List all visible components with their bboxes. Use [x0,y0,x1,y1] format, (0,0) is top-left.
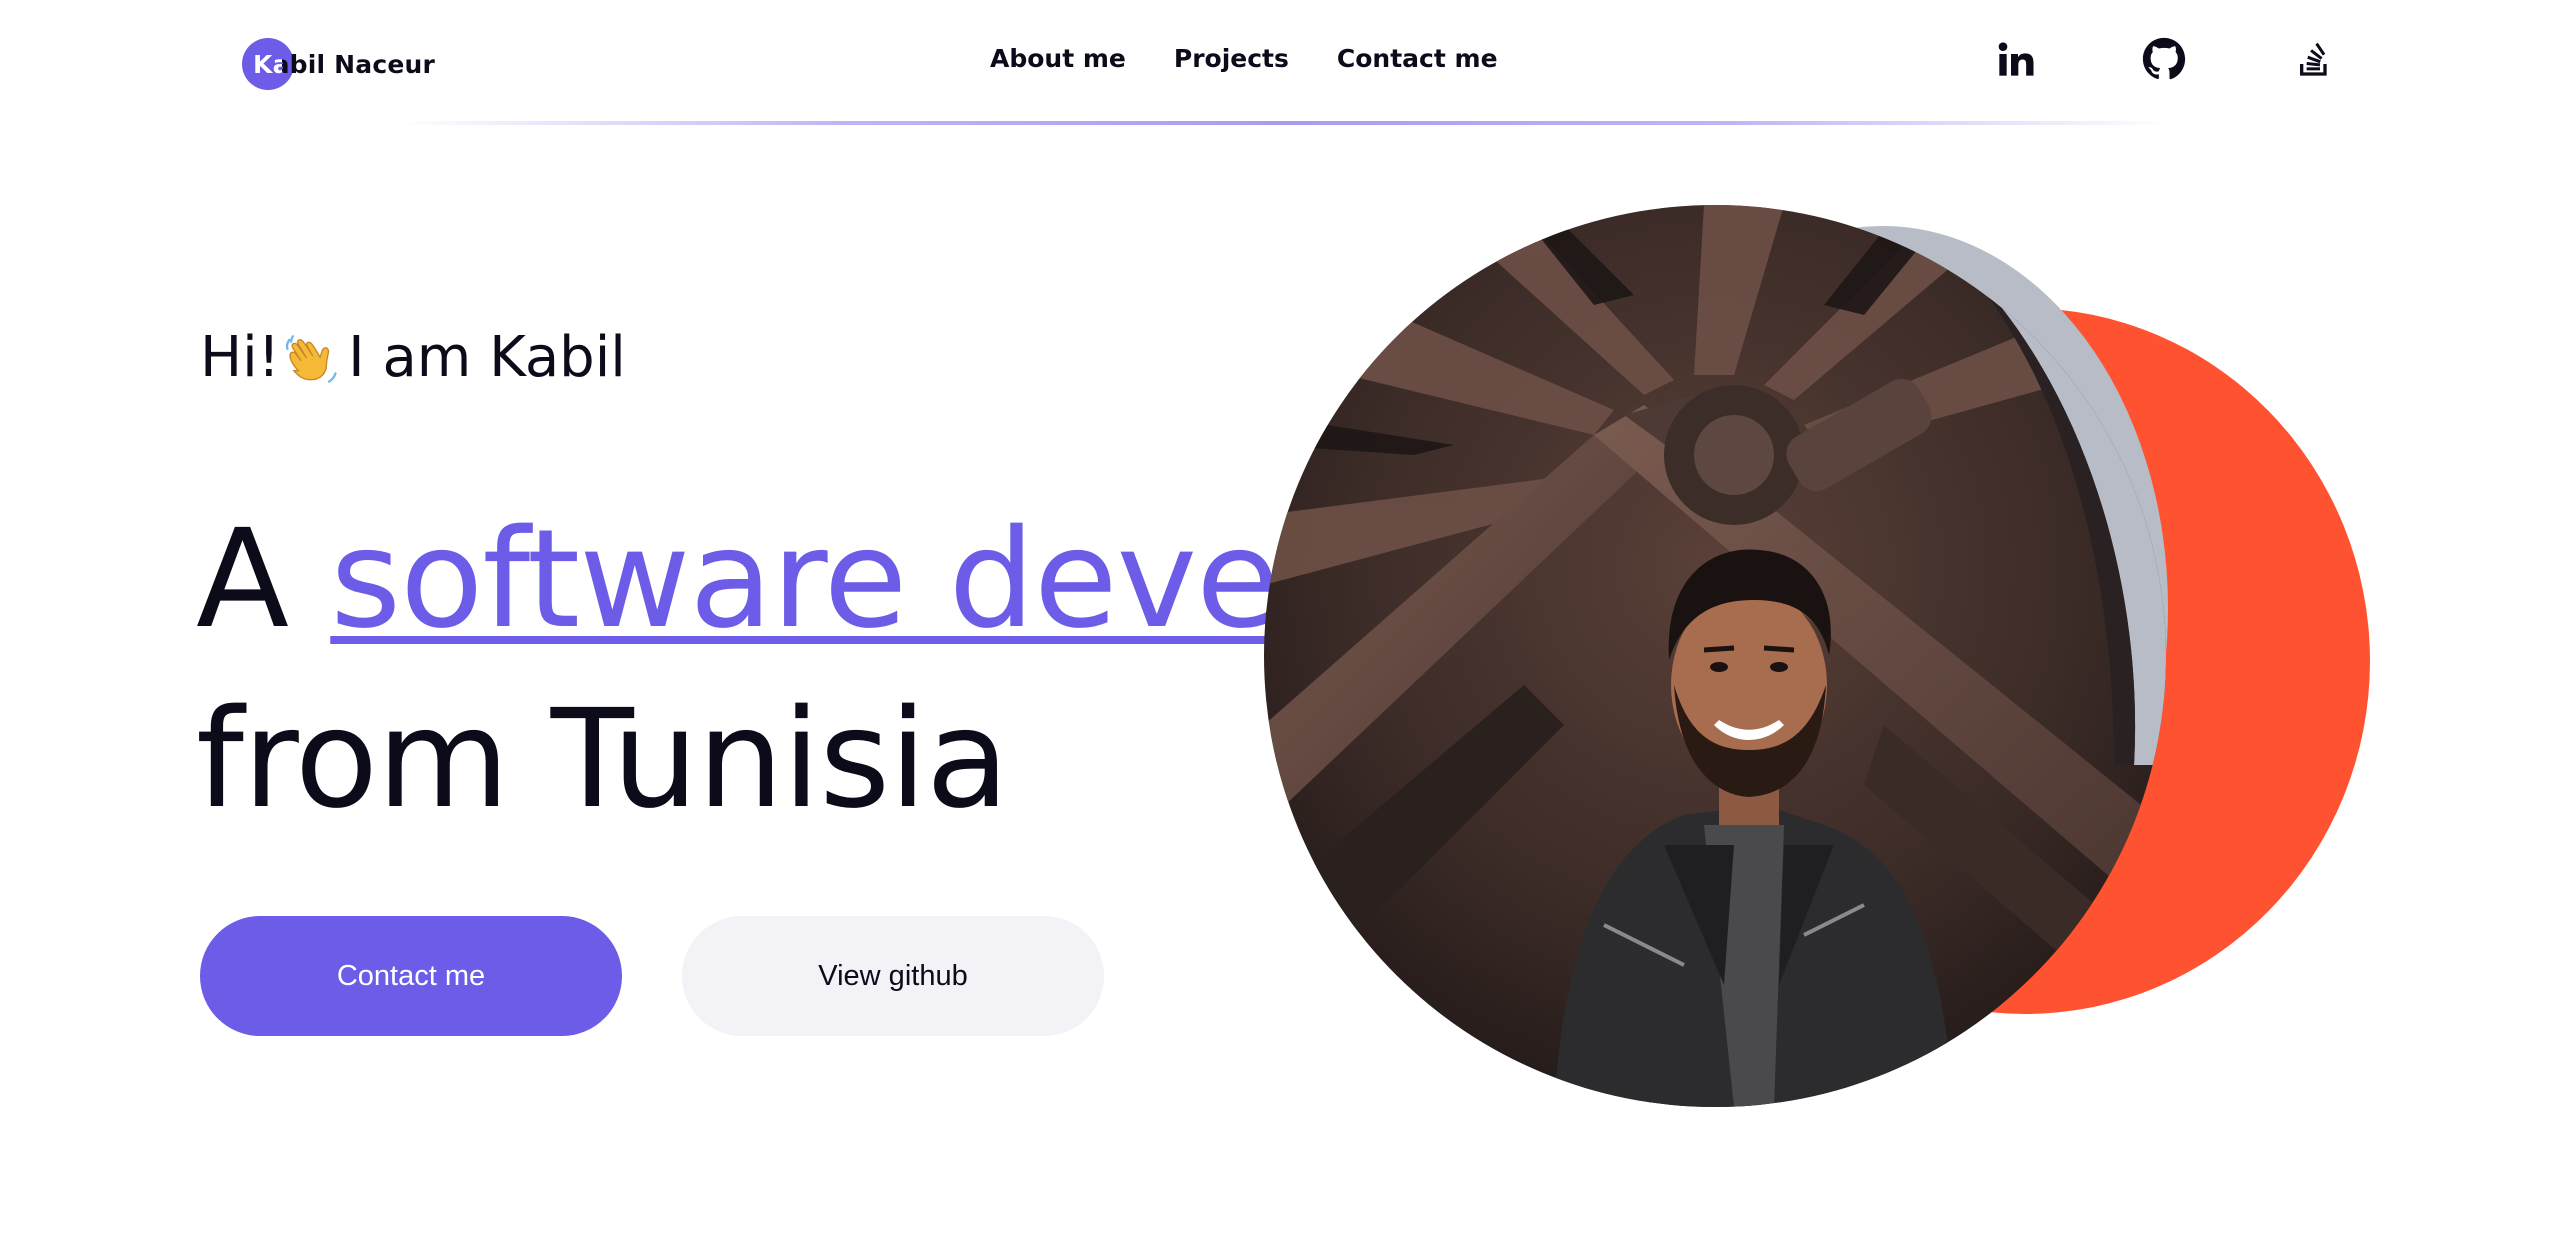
profile-photo-illustration [1264,205,2166,1107]
greeting-hi: Hi! [200,325,281,390]
view-github-button[interactable]: View github [682,916,1104,1036]
logo-text: Kabil Naceur [242,50,435,79]
nav-link-about[interactable]: About me [990,44,1126,73]
greeting: Hi! I am Kabil [200,325,626,390]
headline-article: A [196,501,289,659]
nav-divider [400,121,2170,125]
nav-link-projects[interactable]: Projects [1174,44,1289,73]
nav-link-contact[interactable]: Contact me [1337,44,1498,73]
profile-photo [1264,205,2166,1107]
greeting-name: I am Kabil [348,325,626,390]
linkedin-icon[interactable] [1993,36,2039,82]
stackoverflow-icon[interactable] [2292,36,2338,82]
github-icon[interactable] [2141,36,2187,82]
contact-me-button[interactable]: Contact me [200,916,622,1036]
logo[interactable]: Kabil Naceur [242,38,435,90]
waving-hand-icon [286,334,337,383]
top-nav: Kabil Naceur About me Projects Contact m… [0,0,2560,125]
headline-line2: from Tunisia [196,681,1009,839]
nav-links: About me Projects Contact me [990,44,1498,73]
